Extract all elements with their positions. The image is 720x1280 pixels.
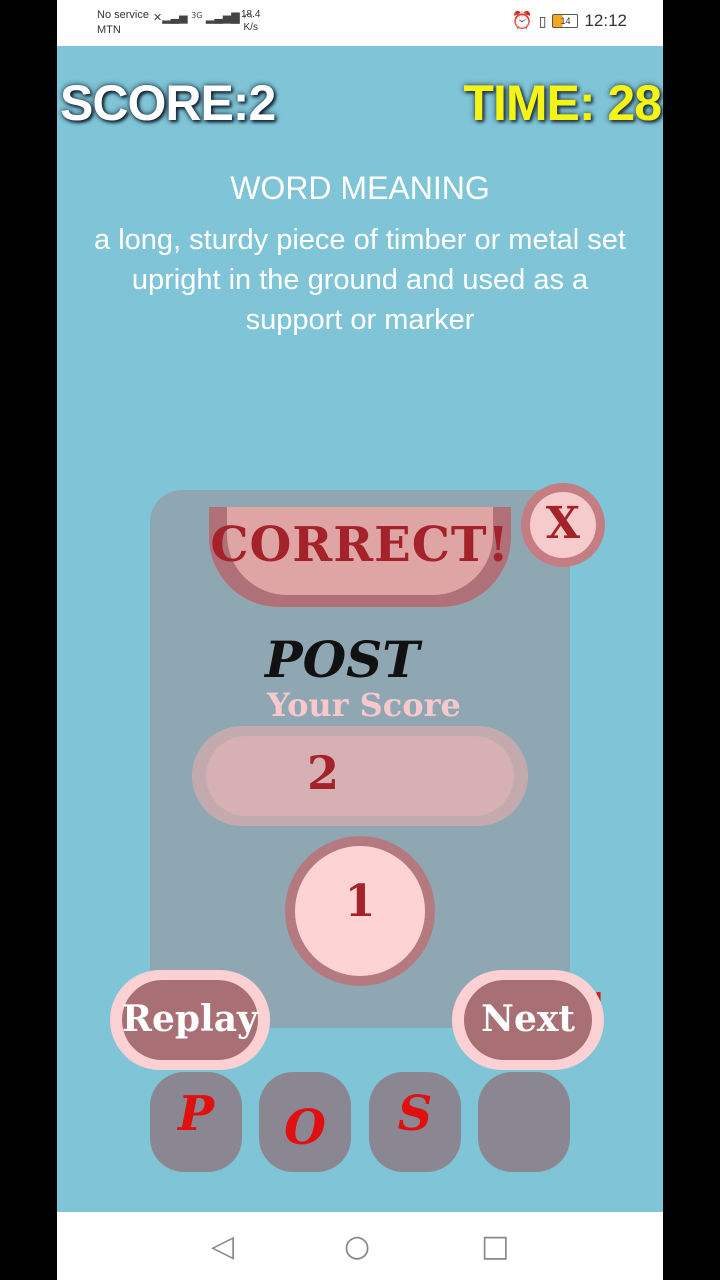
signal-icons: ✕▂▃▅ 3G ▂▃▅▇ ◠ <box>153 11 253 24</box>
close-icon: X <box>530 492 596 558</box>
level-badge: 1 <box>285 836 435 986</box>
word-meaning-title: WORD MEANING <box>230 170 490 206</box>
level-badge-inner: 1 <box>295 846 425 976</box>
replay-button[interactable]: Replay <box>110 970 270 1070</box>
next-label: Next <box>481 998 575 1040</box>
score-value: 2 <box>307 746 340 800</box>
no-signal-icon: ✕▂▃▅ <box>153 11 188 24</box>
phone-screen: No service MTN ✕▂▃▅ 3G ▂▃▅▇ ◠ 18.4 K/s ⏰… <box>57 0 663 1280</box>
status-right: ⏰ ▯ 14 12:12 <box>512 11 627 31</box>
operator-name: MTN <box>97 24 121 36</box>
letter-tile[interactable]: O <box>259 1072 351 1172</box>
tile-letter: P <box>177 1086 215 1142</box>
recents-icon[interactable]: □ <box>481 1232 509 1262</box>
clock: 12:12 <box>584 11 627 30</box>
status-bar: No service MTN ✕▂▃▅ 3G ▂▃▅▇ ◠ 18.4 K/s ⏰… <box>57 0 663 46</box>
network-type: 3G <box>191 11 203 20</box>
next-button[interactable]: Next <box>452 970 604 1070</box>
score-pill-inner <box>206 736 514 816</box>
speed-unit: K/s <box>243 22 258 33</box>
letter-tile[interactable]: P <box>150 1072 242 1172</box>
next-button-inner: Next <box>464 980 592 1060</box>
speed-value: 18.4 <box>241 9 261 20</box>
tile-letter: O <box>284 1100 326 1156</box>
tile-letter: S <box>397 1086 433 1142</box>
letter-tile[interactable] <box>478 1072 570 1172</box>
home-icon[interactable]: ○ <box>344 1232 370 1262</box>
score-display: SCORE:2 <box>60 75 276 131</box>
back-icon[interactable]: ◁ <box>211 1232 234 1262</box>
battery-level: 14 <box>560 16 571 26</box>
network-speed: 18.4 K/s <box>241 8 260 34</box>
game-area: SCORE:2 TIME: 28 WORD MEANING a long, st… <box>57 46 663 1212</box>
correct-banner: CORRECT! <box>209 507 511 607</box>
close-button[interactable]: X <box>521 483 605 567</box>
score-pill <box>192 726 528 826</box>
your-score-label: Your Score <box>267 686 461 724</box>
timer-display: TIME: 28 <box>463 75 662 131</box>
banner-text: CORRECT! <box>210 517 510 573</box>
alarm-icon: ⏰ <box>511 11 533 30</box>
navigation-bar: ◁ ○ □ <box>57 1212 663 1280</box>
signal-bars-icon: ▂▃▅▇ <box>205 11 240 24</box>
replay-label: Replay <box>122 998 258 1040</box>
operator-status: No service <box>97 9 149 21</box>
level-value: 1 <box>344 876 376 927</box>
replay-button-inner: Replay <box>122 980 258 1060</box>
letter-tile[interactable]: S <box>369 1072 461 1172</box>
vibrate-icon: ▯ <box>538 12 547 29</box>
answer-word: POST <box>265 630 420 689</box>
battery-icon: 14 <box>552 14 579 28</box>
operator-info: No service MTN <box>97 8 149 38</box>
word-definition: a long, sturdy piece of timber or metal … <box>94 224 626 336</box>
